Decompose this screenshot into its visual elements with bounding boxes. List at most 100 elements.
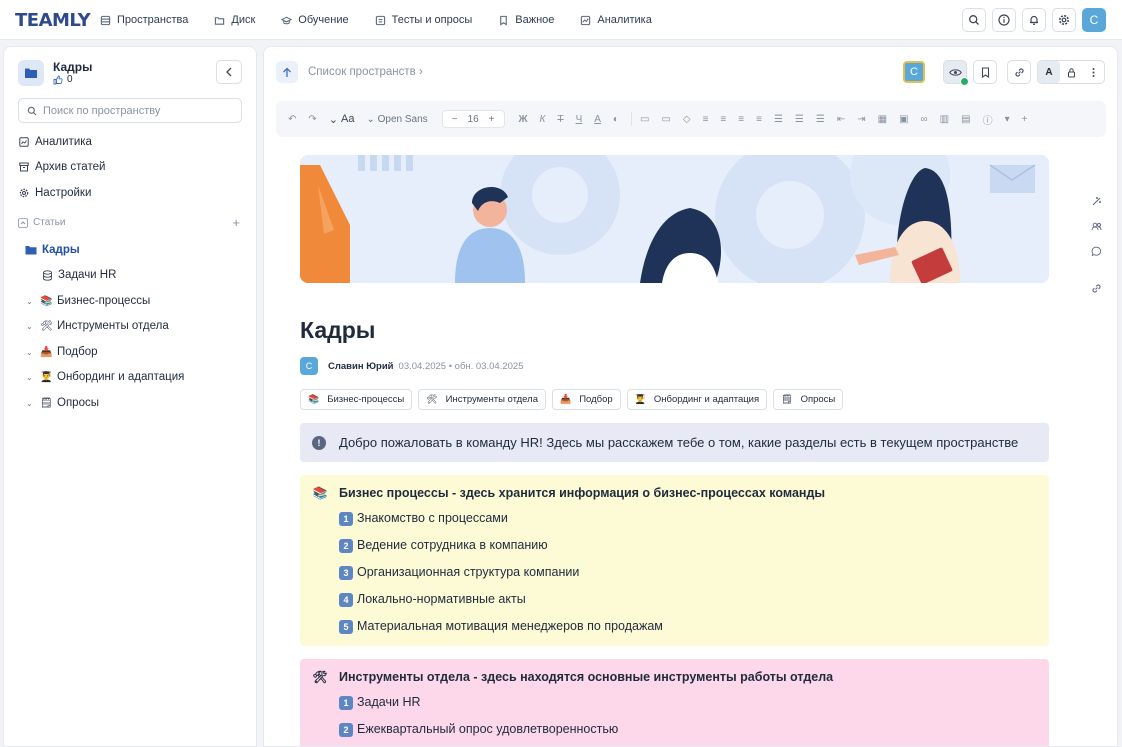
chevron-down-icon[interactable]: ⌄ xyxy=(26,399,36,408)
author-avatar[interactable]: С xyxy=(300,357,318,375)
checklist-icon[interactable]: ☰ xyxy=(816,114,825,125)
embed-icon[interactable]: ▾ xyxy=(1005,114,1010,125)
nav-tests[interactable]: Тесты и опросы xyxy=(375,14,472,26)
tree-item-onboarding[interactable]: ⌄ 👨‍🎓 Онбординг и адаптация xyxy=(26,371,184,383)
settings-button[interactable] xyxy=(1052,8,1076,32)
watch-button[interactable] xyxy=(943,60,969,86)
space-icon xyxy=(18,60,44,86)
underline-button[interactable]: Ч xyxy=(576,114,583,125)
search-input[interactable] xyxy=(43,104,233,117)
chip-surveys[interactable]: 🗒 Опросы xyxy=(773,389,844,410)
author-name[interactable]: Славин Юрий xyxy=(328,361,394,372)
table-icon[interactable]: ▦ xyxy=(878,114,887,125)
align-center-icon[interactable]: ≡ xyxy=(720,114,726,125)
chip-department-tools[interactable]: 🛠 Инструменты отдела xyxy=(418,389,546,410)
participants-button[interactable] xyxy=(1090,220,1102,232)
clear-format-icon[interactable]: ◇ xyxy=(683,114,691,125)
outdent-icon[interactable]: ⇤ xyxy=(837,114,845,125)
image-icon[interactable]: ▣ xyxy=(899,114,908,125)
font-family-select[interactable]: ⌄ Open Sans xyxy=(366,114,427,125)
bold-button[interactable]: Ж xyxy=(519,114,528,125)
chevron-down-icon[interactable]: ⌄ xyxy=(26,373,36,382)
bullet-list-icon[interactable]: ☰ xyxy=(774,114,783,125)
chevron-down-icon[interactable]: ⌄ xyxy=(26,297,36,306)
info-icon xyxy=(998,14,1010,26)
list-item[interactable]: 5 Материальная мотивация менеджеров по пр… xyxy=(339,619,1049,646)
text-format-dropdown[interactable]: ⌄ Aa xyxy=(329,113,355,126)
bookmark-button[interactable] xyxy=(973,60,997,84)
ai-assistant-button[interactable] xyxy=(1090,195,1102,207)
notifications-button[interactable] xyxy=(1022,8,1046,32)
more-options-button[interactable] xyxy=(1082,61,1104,83)
add-article-icon[interactable]: + xyxy=(232,215,240,230)
link-icon[interactable]: ∞ xyxy=(921,114,928,125)
viewer-avatar[interactable]: С xyxy=(903,61,925,83)
text-mode-icon[interactable]: A xyxy=(1038,61,1060,83)
sidebar-link-archive[interactable]: Архив статей xyxy=(19,161,105,173)
search-button[interactable] xyxy=(962,8,986,32)
calendar-icon[interactable]: ▤ xyxy=(961,114,970,125)
chevron-down-icon[interactable]: ⌄ xyxy=(26,322,36,331)
go-up-button[interactable] xyxy=(276,61,298,83)
breadcrumb-spaces-list[interactable]: Список пространств xyxy=(308,66,416,78)
info-button[interactable] xyxy=(992,8,1016,32)
copy-link-button[interactable] xyxy=(1007,60,1031,84)
highlight-color-icon[interactable]: ◐ xyxy=(613,114,619,125)
likes-counter[interactable]: 0 xyxy=(53,74,73,85)
list-item[interactable]: 1 Задачи HR xyxy=(339,695,1049,722)
lock-button[interactable] xyxy=(1060,61,1082,83)
articles-section-header[interactable]: Статьи + xyxy=(18,215,240,230)
align-justify-icon[interactable]: ≡ xyxy=(756,114,762,125)
chevron-down-icon[interactable]: ⌄ xyxy=(26,348,36,357)
tree-item-recruiting[interactable]: ⌄ 📥 Подбор xyxy=(26,346,98,358)
align-right-icon[interactable]: ≡ xyxy=(738,114,744,125)
text-color-icon[interactable]: A xyxy=(594,114,601,125)
sidebar-link-settings[interactable]: Настройки xyxy=(19,187,91,199)
italic-button[interactable]: К xyxy=(540,114,546,125)
list-item[interactable]: 1 Знакомство с процессами xyxy=(339,511,1049,538)
comments-button[interactable] xyxy=(1090,245,1102,257)
tree-item-department-tools[interactable]: ⌄ 🛠 Инструменты отдела xyxy=(26,320,169,332)
list-item[interactable]: 2 Ведение сотрудника в компанию xyxy=(339,538,1049,565)
chip-business-processes[interactable]: 📚 Бизнес-процессы xyxy=(300,389,413,410)
increase-size-icon[interactable]: + xyxy=(489,114,495,125)
tree-item-business-processes[interactable]: ⌄ 📚 Бизнес-процессы xyxy=(26,295,150,307)
format-paint-icon[interactable]: ▭ xyxy=(640,114,649,125)
nav-important[interactable]: Важное xyxy=(498,14,554,26)
nav-disk[interactable]: Диск xyxy=(214,14,255,26)
author-row: С Славин Юрий 03.04.2025 • обн. 03.04.20… xyxy=(300,357,523,375)
teamly-logo[interactable]: TEAMLY xyxy=(15,10,91,31)
share-link-button[interactable] xyxy=(1090,282,1102,294)
panel-heading-text: Инструменты отдела - здесь находятся осн… xyxy=(339,670,834,684)
tree-item-surveys[interactable]: ⌄ 🗒 Опросы xyxy=(26,397,99,409)
eye-icon xyxy=(948,68,962,76)
nav-spaces[interactable]: Пространства xyxy=(100,14,188,26)
nav-analytics[interactable]: Аналитика xyxy=(580,14,652,26)
redo-icon[interactable]: ↷ xyxy=(308,114,316,125)
list-item[interactable]: 3 Организационная структура компании xyxy=(339,565,1049,592)
paint-roller-icon[interactable]: ▭ xyxy=(661,114,670,125)
info-block-icon[interactable]: ⓘ xyxy=(983,112,993,127)
align-left-icon[interactable]: ≡ xyxy=(703,114,709,125)
tree-item-hr-tasks[interactable]: Задачи HR xyxy=(42,269,116,281)
chip-recruiting[interactable]: 📥 Подбор xyxy=(551,389,621,410)
strikethrough-button[interactable]: Т xyxy=(557,114,563,125)
numbered-list-icon[interactable]: ☰ xyxy=(795,114,804,125)
sparkles-icon xyxy=(1092,196,1101,205)
list-item[interactable]: 2 Ежеквартальный опрос удовлетворенностью xyxy=(339,722,1049,746)
user-avatar[interactable]: С xyxy=(1082,8,1106,32)
nav-learning[interactable]: Обучение xyxy=(281,14,349,26)
columns-icon[interactable]: ▥ xyxy=(940,114,949,125)
collapse-sidebar-button[interactable] xyxy=(216,60,242,84)
font-size-stepper[interactable]: − 16 + xyxy=(441,110,505,128)
insert-more-icon[interactable]: + xyxy=(1022,114,1028,125)
chip-onboarding[interactable]: 👨‍🎓 Онбординг и адаптация xyxy=(626,389,768,410)
indent-icon[interactable]: ⇥ xyxy=(857,114,865,125)
undo-icon[interactable]: ↶ xyxy=(288,114,296,125)
sidebar-link-analytics[interactable]: Аналитика xyxy=(19,136,92,148)
tree-item-kadry[interactable]: Кадры xyxy=(25,244,80,256)
breadcrumb[interactable]: Список пространств › xyxy=(308,66,423,78)
decrease-size-icon[interactable]: − xyxy=(452,114,458,125)
list-item[interactable]: 4 Локально-нормативные акты xyxy=(339,592,1049,619)
panel-heading: 📚 Бизнес процессы - здесь хранится инфор… xyxy=(312,485,1049,501)
